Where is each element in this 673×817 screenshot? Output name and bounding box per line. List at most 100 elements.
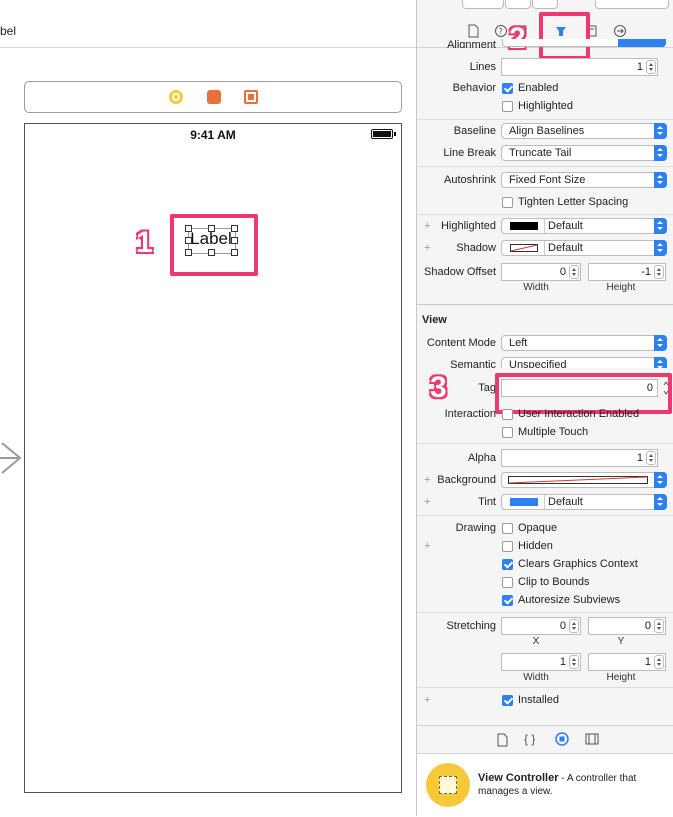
- panel-toggle-buttons[interactable]: [595, 0, 669, 9]
- breadcrumb[interactable]: bel: [0, 24, 16, 38]
- popup-arrows-icon: [654, 240, 667, 256]
- shadow-offset-height-field[interactable]: -1: [588, 263, 666, 281]
- highlighted-color-label: Highlighted: [440, 220, 496, 232]
- stretch-height-field[interactable]: 1: [588, 653, 666, 671]
- baseline-value: Align Baselines: [509, 125, 585, 137]
- file-template-icon[interactable]: [496, 733, 508, 747]
- clip-to-bounds-checkbox[interactable]: [502, 577, 513, 588]
- view-controller-icon[interactable]: [169, 90, 183, 104]
- stepper[interactable]: [569, 619, 579, 633]
- alpha-field[interactable]: 1: [501, 449, 658, 467]
- drawing-label: Drawing: [455, 522, 496, 534]
- y-caption: Y: [617, 636, 625, 647]
- separator: [417, 515, 673, 516]
- content-mode-popup[interactable]: Left: [501, 335, 667, 351]
- stretch-height-value: 1: [644, 656, 651, 668]
- alignment-control[interactable]: [502, 39, 666, 48]
- stepper[interactable]: [646, 451, 656, 465]
- shadow-offset-width-field[interactable]: 0: [501, 263, 581, 281]
- popup-arrows-icon: [654, 357, 667, 368]
- shadow-offset-label: Shadow Offset: [424, 266, 496, 278]
- object-library-icon[interactable]: [555, 732, 569, 746]
- stretch-x-field[interactable]: 0: [501, 617, 581, 635]
- highlighted-checkbox[interactable]: [502, 101, 513, 112]
- lines-field[interactable]: 1: [501, 58, 658, 76]
- stepper[interactable]: [654, 619, 664, 633]
- stretch-width-value: 1: [559, 656, 566, 668]
- semantic-label: Semantic: [450, 359, 496, 369]
- view-section-title: View: [422, 314, 447, 326]
- semantic-popup[interactable]: Unspecified: [501, 357, 667, 368]
- multiple-touch-label: Multiple Touch: [518, 426, 589, 438]
- quick-help-icon[interactable]: ?: [494, 24, 508, 38]
- alpha-value: 1: [636, 452, 643, 464]
- add-variation-icon[interactable]: +: [424, 540, 430, 552]
- scene-dock[interactable]: [24, 81, 402, 113]
- x-caption: X: [532, 636, 540, 647]
- stretch-y-field[interactable]: 0: [588, 617, 666, 635]
- file-inspector-icon[interactable]: [466, 24, 480, 38]
- status-bar-time: 9:41 AM: [190, 128, 236, 142]
- height-caption: Height: [606, 672, 636, 683]
- first-responder-icon[interactable]: [207, 90, 221, 104]
- alignment-label: Alignment: [447, 39, 496, 48]
- shadow-offset-height-value: -1: [641, 266, 651, 278]
- highlighted-color-popup[interactable]: Default: [501, 218, 667, 234]
- popup-arrows-icon: [654, 172, 667, 188]
- multiple-touch-checkbox[interactable]: [502, 427, 513, 438]
- popup-arrows-icon: [654, 335, 667, 351]
- connections-inspector-icon[interactable]: [613, 24, 627, 38]
- library-item-view-controller[interactable]: View Controller - A controller that mana…: [417, 753, 673, 817]
- stepper[interactable]: [569, 265, 579, 279]
- baseline-label: Baseline: [453, 125, 496, 137]
- exit-icon[interactable]: [244, 90, 258, 104]
- annotation-highlight-2: [539, 12, 590, 60]
- background-color-popup[interactable]: [501, 472, 667, 488]
- code-snippet-icon[interactable]: { }: [524, 732, 535, 746]
- tint-color-popup[interactable]: Default: [501, 494, 667, 510]
- stretch-width-field[interactable]: 1: [501, 653, 581, 671]
- tint-value: Default: [548, 496, 583, 508]
- no-color-swatch: [510, 244, 538, 252]
- annotation-highlight-1: [170, 214, 258, 276]
- color-swatch: [510, 222, 538, 230]
- hidden-label: Hidden: [518, 540, 553, 552]
- library-item-title: View Controller: [478, 772, 559, 784]
- opaque-checkbox[interactable]: [502, 523, 513, 534]
- semantic-value: Unspecified: [509, 359, 567, 368]
- hidden-checkbox[interactable]: [502, 541, 513, 552]
- clears-graphics-checkbox[interactable]: [502, 559, 513, 570]
- line-break-popup[interactable]: Truncate Tail: [501, 145, 667, 161]
- entry-point-arrow-icon: [0, 442, 22, 474]
- background-label: Background: [437, 474, 496, 486]
- separator: [417, 119, 673, 120]
- media-library-icon[interactable]: [585, 733, 599, 745]
- tighten-letter-spacing-checkbox[interactable]: [502, 197, 513, 208]
- stepper[interactable]: [569, 655, 579, 669]
- stepper[interactable]: [654, 655, 664, 669]
- shadow-color-popup[interactable]: Default: [501, 240, 667, 256]
- user-interaction-checkbox[interactable]: [502, 409, 513, 420]
- baseline-popup[interactable]: Align Baselines: [501, 123, 667, 139]
- autoshrink-popup[interactable]: Fixed Font Size: [501, 172, 667, 188]
- toolbar-button[interactable]: [462, 0, 504, 9]
- autoresize-subviews-checkbox[interactable]: [502, 595, 513, 606]
- shadow-offset-width-value: 0: [559, 266, 566, 278]
- shadow-label: Shadow: [456, 242, 496, 254]
- separator: [417, 612, 673, 613]
- lines-value: 1: [636, 61, 643, 73]
- library-item-description-line2: manages a view.: [478, 786, 553, 797]
- lines-stepper[interactable]: [646, 60, 656, 74]
- add-variation-icon[interactable]: +: [424, 694, 430, 706]
- toolbar-button[interactable]: [532, 0, 558, 9]
- tint-label: Tint: [478, 496, 496, 508]
- width-caption: Width: [523, 672, 549, 683]
- stepper[interactable]: [654, 265, 664, 279]
- shadow-color-value: Default: [548, 242, 583, 254]
- toolbar-button[interactable]: [505, 0, 531, 9]
- highlighted-checkbox-label: Highlighted: [518, 100, 574, 112]
- enabled-checkbox[interactable]: [502, 83, 513, 94]
- behavior-label: Behavior: [452, 82, 496, 94]
- installed-checkbox[interactable]: [502, 695, 513, 706]
- line-break-value: Truncate Tail: [509, 147, 572, 159]
